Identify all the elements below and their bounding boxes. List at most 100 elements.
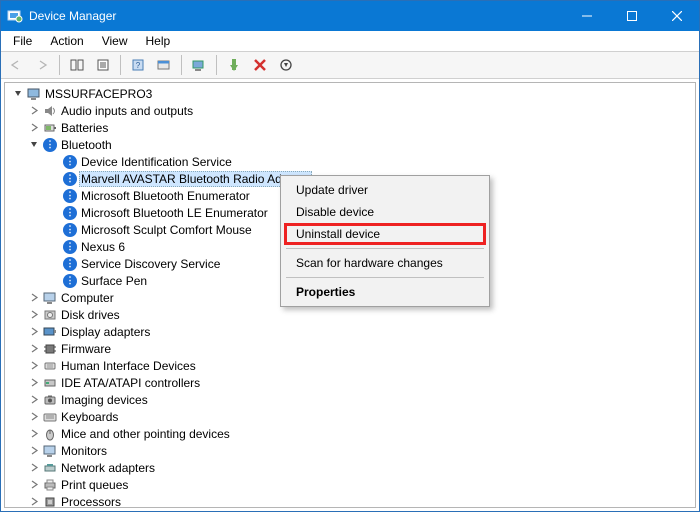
bt-device-identification[interactable]: ⋮ Device Identification Service: [7, 153, 695, 170]
device-label: Device Identification Service: [79, 155, 235, 169]
ide-icon: [41, 376, 59, 390]
tree-category-ide[interactable]: IDE ATA/ATAPI controllers: [7, 374, 695, 391]
expand-icon[interactable]: [27, 123, 41, 132]
expand-icon[interactable]: [27, 463, 41, 472]
context-menu-divider: [286, 248, 484, 249]
bluetooth-icon: ⋮: [61, 240, 79, 254]
maximize-button[interactable]: [609, 1, 654, 31]
ctx-disable-device[interactable]: Disable device: [284, 201, 486, 223]
tree-category-audio[interactable]: Audio inputs and outputs: [7, 102, 695, 119]
monitor-icon: [41, 444, 59, 458]
collapse-icon[interactable]: [27, 140, 41, 149]
menu-view[interactable]: View: [94, 33, 136, 49]
expand-icon[interactable]: [27, 412, 41, 421]
category-label: Disk drives: [59, 308, 123, 322]
speaker-icon: [41, 104, 59, 118]
scan-hardware-button[interactable]: [187, 54, 211, 76]
category-label: Audio inputs and outputs: [59, 104, 196, 118]
category-label: Bluetooth: [59, 138, 115, 152]
category-label: Human Interface Devices: [59, 359, 199, 373]
tree-category-monitors[interactable]: Monitors: [7, 442, 695, 459]
properties-button[interactable]: [91, 54, 115, 76]
tree-category-bluetooth[interactable]: ⋮ Bluetooth: [7, 136, 695, 153]
tree-category-printqueues[interactable]: Print queues: [7, 476, 695, 493]
ctx-uninstall-device[interactable]: Uninstall device: [284, 223, 486, 245]
display-adapter-icon: [41, 325, 59, 339]
bluetooth-icon: ⋮: [61, 274, 79, 288]
menu-action[interactable]: Action: [42, 33, 91, 49]
expand-icon[interactable]: [27, 310, 41, 319]
bluetooth-icon: ⋮: [41, 138, 59, 152]
expand-icon[interactable]: [27, 497, 41, 506]
ctx-update-driver[interactable]: Update driver: [284, 179, 486, 201]
device-label: Marvell AVASTAR Bluetooth Radio Adapter: [79, 171, 312, 187]
context-menu-divider: [286, 277, 484, 278]
category-label: Network adapters: [59, 461, 158, 475]
expand-icon[interactable]: [27, 327, 41, 336]
uninstall-button[interactable]: [248, 54, 272, 76]
disable-button[interactable]: [274, 54, 298, 76]
category-label: Firmware: [59, 342, 114, 356]
menubar: File Action View Help: [1, 31, 699, 51]
expand-icon[interactable]: [27, 293, 41, 302]
device-label: Nexus 6: [79, 240, 128, 254]
expand-icon[interactable]: [27, 344, 41, 353]
chip-icon: [41, 342, 59, 356]
tree-category-keyboards[interactable]: Keyboards: [7, 408, 695, 425]
expand-icon[interactable]: [27, 446, 41, 455]
show-hide-console-button[interactable]: [65, 54, 89, 76]
category-label: Processors: [59, 495, 124, 509]
app-icon: [1, 8, 29, 24]
network-icon: [41, 461, 59, 475]
nav-forward-button[interactable]: [30, 54, 54, 76]
svg-text:?: ?: [136, 61, 141, 70]
bluetooth-icon: ⋮: [61, 155, 79, 169]
tree-category-firmware[interactable]: Firmware: [7, 340, 695, 357]
tree-category-netadapters[interactable]: Network adapters: [7, 459, 695, 476]
category-label: IDE ATA/ATAPI controllers: [59, 376, 203, 390]
keyboard-icon: [41, 410, 59, 424]
bluetooth-icon: ⋮: [61, 223, 79, 237]
category-label: Monitors: [59, 444, 110, 458]
tree-category-batteries[interactable]: Batteries: [7, 119, 695, 136]
close-button[interactable]: [654, 1, 699, 31]
tree-category-display[interactable]: Display adapters: [7, 323, 695, 340]
tree-category-processors[interactable]: Processors: [7, 493, 695, 508]
expand-icon[interactable]: [27, 378, 41, 387]
expand-icon[interactable]: [27, 361, 41, 370]
minimize-button[interactable]: [564, 1, 609, 31]
printer-icon: [41, 478, 59, 492]
ctx-properties[interactable]: Properties: [284, 281, 486, 303]
battery-icon: [41, 121, 59, 135]
nav-back-button[interactable]: [4, 54, 28, 76]
collapse-icon[interactable]: [11, 89, 25, 98]
update-driver-button[interactable]: [222, 54, 246, 76]
tree-category-hid[interactable]: Human Interface Devices: [7, 357, 695, 374]
tree-root-computer[interactable]: MSSURFACEPRO3: [7, 85, 695, 102]
bluetooth-icon: ⋮: [61, 172, 79, 186]
toolbar-divider: [120, 55, 121, 75]
window-buttons: [564, 1, 699, 31]
tree-category-mice[interactable]: Mice and other pointing devices: [7, 425, 695, 442]
expand-icon[interactable]: [27, 395, 41, 404]
tree-root-label: MSSURFACEPRO3: [43, 87, 155, 101]
tree-category-disk[interactable]: Disk drives: [7, 306, 695, 323]
menu-help[interactable]: Help: [138, 33, 179, 49]
cpu-icon: [41, 495, 59, 509]
bluetooth-icon: ⋮: [61, 206, 79, 220]
device-label: Service Discovery Service: [79, 257, 223, 271]
toolbar-button[interactable]: [152, 54, 176, 76]
monitor-icon: [41, 291, 59, 305]
expand-icon[interactable]: [27, 429, 41, 438]
category-label: Imaging devices: [59, 393, 151, 407]
category-label: Mice and other pointing devices: [59, 427, 233, 441]
titlebar: Device Manager: [1, 1, 699, 31]
tree-category-imaging[interactable]: Imaging devices: [7, 391, 695, 408]
expand-icon[interactable]: [27, 480, 41, 489]
ctx-scan-hardware[interactable]: Scan for hardware changes: [284, 252, 486, 274]
menu-file[interactable]: File: [5, 33, 40, 49]
bluetooth-icon: ⋮: [61, 257, 79, 271]
help-button[interactable]: ?: [126, 54, 150, 76]
device-tree-panel[interactable]: MSSURFACEPRO3 Audio inputs and outputs B…: [4, 82, 696, 508]
expand-icon[interactable]: [27, 106, 41, 115]
